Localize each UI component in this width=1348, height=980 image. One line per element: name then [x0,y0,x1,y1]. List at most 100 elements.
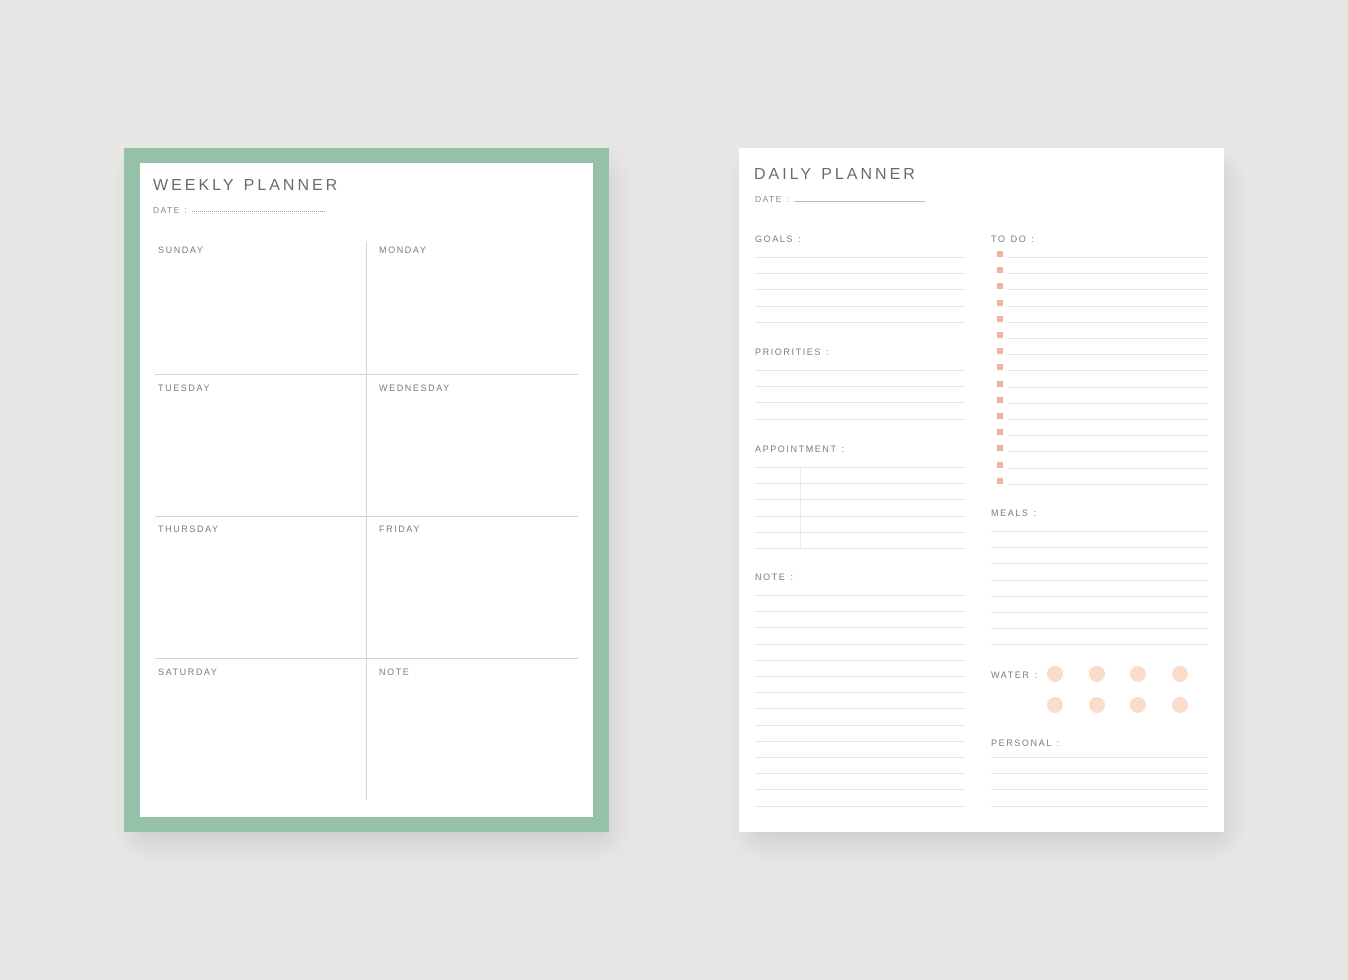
todo-checkbox[interactable] [997,396,1003,403]
meal-line[interactable] [991,579,1208,581]
weekly-planner-frame: WEEKLY PLANNER DATE : SUNDAY MONDAY TUES… [124,148,609,832]
todo-checkbox[interactable] [997,429,1003,436]
todo-checkbox[interactable] [997,332,1003,338]
appointment-row[interactable] [755,548,965,549]
day-cell-sunday[interactable]: SUNDAY [155,241,366,374]
todo-line[interactable] [1008,386,1208,388]
todo-line[interactable] [1008,402,1208,404]
appointment-row[interactable] [755,531,965,533]
day-cell-friday[interactable]: FRIDAY [367,517,578,658]
todo-line[interactable] [1008,370,1208,372]
day-label: TUESDAY [158,383,212,393]
priority-line[interactable] [755,370,965,371]
day-cell-tuesday[interactable]: TUESDAY [155,375,366,516]
personal-line[interactable] [991,805,1208,807]
todo-line[interactable] [1008,257,1208,258]
water-label: WATER : [991,670,1039,680]
todo-checkbox[interactable] [997,413,1003,419]
priorities-label: PRIORITIES : [755,347,831,357]
meal-line[interactable] [991,644,1208,646]
todo-line[interactable] [1008,354,1208,356]
day-cell-wednesday[interactable]: WEDNESDAY [367,375,578,516]
note-line[interactable] [755,692,965,694]
appointment-row[interactable] [755,483,965,485]
note-line[interactable] [755,708,965,710]
note-line[interactable] [755,789,965,791]
goal-line[interactable] [755,289,965,291]
todo-line[interactable] [1008,483,1208,485]
daily-planner-page: DAILY PLANNER DATE : GOALS : PRIORITIES … [739,148,1224,832]
todo-line[interactable] [1008,305,1208,307]
priority-line[interactable] [755,418,965,420]
meal-line[interactable] [991,628,1208,630]
todo-checkbox[interactable] [997,299,1003,306]
todo-line[interactable] [1008,451,1208,453]
priority-line[interactable] [755,402,965,404]
goal-line[interactable] [755,305,965,307]
personal-line[interactable] [991,757,1208,758]
weekly-planner-title: WEEKLY PLANNER [153,177,341,194]
todo-line[interactable] [1008,321,1208,323]
water-glass-icon[interactable] [1088,666,1105,682]
water-glass-icon[interactable] [1047,666,1063,682]
note-line[interactable] [755,643,965,645]
personal-line[interactable] [991,789,1208,791]
day-cell-monday[interactable]: MONDAY [367,241,578,374]
appointment-row[interactable] [755,515,965,517]
todo-line[interactable] [1008,289,1208,291]
note-line[interactable] [755,740,965,742]
day-cell-thursday[interactable]: THURSDAY [155,517,366,658]
priority-line[interactable] [755,386,965,388]
appointment-row[interactable] [755,499,965,501]
goal-line[interactable] [755,321,965,323]
weekly-date-label: DATE : [153,205,189,215]
weekly-date-field[interactable] [192,211,325,212]
meal-line[interactable] [991,563,1208,565]
meal-line[interactable] [991,612,1208,613]
note-line[interactable] [755,611,965,613]
daily-date-label: DATE : [755,194,791,204]
todo-line[interactable] [1008,419,1208,420]
todo-checkbox[interactable] [997,461,1003,468]
todo-checkbox[interactable] [997,364,1003,371]
water-glass-icon[interactable] [1172,666,1189,682]
todo-checkbox[interactable] [997,267,1003,274]
day-label: MONDAY [379,245,428,255]
note-line[interactable] [755,757,965,758]
note-line[interactable] [755,805,965,807]
todo-checkbox[interactable] [997,445,1003,452]
personal-line[interactable] [991,773,1208,775]
meal-line[interactable] [991,531,1208,532]
todo-checkbox[interactable] [997,380,1003,387]
note-line[interactable] [755,773,965,775]
meals-label: MEALS : [991,508,1038,518]
todo-checkbox[interactable] [997,477,1003,484]
daily-date-field[interactable] [794,201,925,202]
todo-line[interactable] [1008,273,1208,275]
meal-line[interactable] [991,595,1208,597]
todo-line[interactable] [1008,435,1208,437]
meal-line[interactable] [991,547,1208,549]
water-glass-icon[interactable] [1047,697,1063,713]
water-glass-icon[interactable] [1172,697,1189,713]
goal-line[interactable] [755,273,965,275]
todo-checkbox[interactable] [997,283,1003,290]
goal-line[interactable] [755,257,965,258]
todo-line[interactable] [1008,467,1208,469]
water-glass-icon[interactable] [1130,697,1147,713]
todo-checkbox[interactable] [997,315,1003,322]
water-glass-icon[interactable] [1130,666,1147,682]
todo-line[interactable] [1008,338,1208,339]
day-cell-saturday[interactable]: SATURDAY [155,659,366,800]
note-cell[interactable]: NOTE [367,659,578,800]
note-line[interactable] [755,724,965,726]
note-line[interactable] [755,627,965,629]
todo-checkbox[interactable] [997,251,1003,257]
appointment-row[interactable] [755,467,965,468]
todo-checkbox[interactable] [997,348,1003,355]
note-line[interactable] [755,595,965,596]
note-line[interactable] [755,676,965,677]
note-line[interactable] [755,659,965,661]
personal-label: PERSONAL : [991,738,1061,748]
water-glass-icon[interactable] [1088,697,1105,713]
